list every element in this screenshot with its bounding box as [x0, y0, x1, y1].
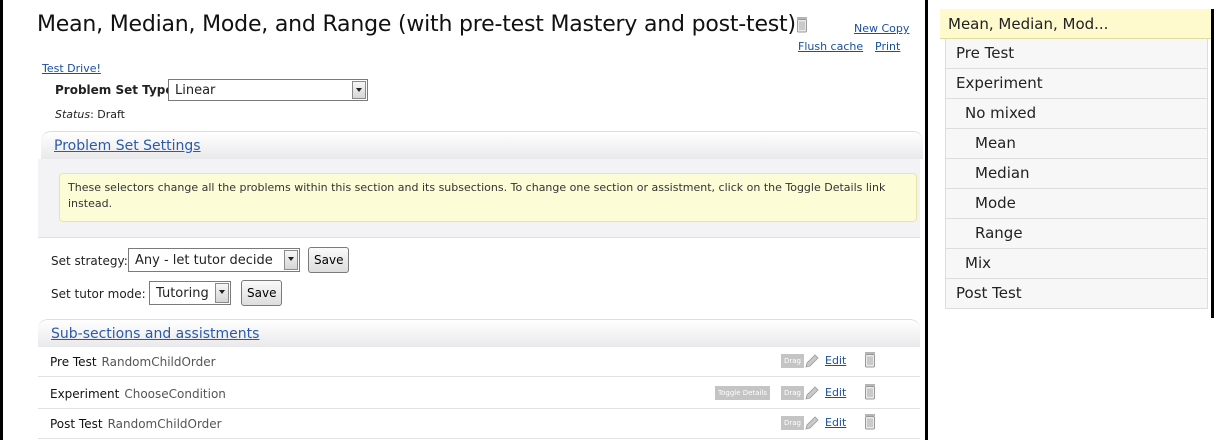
toggle-details-button[interactable]: Toggle Details — [715, 386, 770, 400]
flush-cache-link[interactable]: Flush cache — [798, 40, 863, 53]
status-label: Status — [55, 108, 91, 121]
subsection-row: Pre Test RandomChildOrder Drag Edit — [38, 348, 920, 377]
problem-set-type-select[interactable]: Linear — [168, 79, 368, 101]
problem-set-settings-header: Problem Set Settings — [41, 131, 923, 159]
chevron-down-icon[interactable] — [284, 250, 298, 270]
strategy-select[interactable]: Any - let tutor decide — [128, 248, 300, 272]
subsection-name: Pre Test RandomChildOrder — [50, 355, 216, 369]
tree-item-no-mixed[interactable]: No mixed — [945, 99, 1208, 129]
problem-set-tree: Mean, Median, Mod... Pre Test Experiment… — [940, 9, 1214, 318]
subsection-title: Post Test — [50, 417, 103, 431]
subsection-type: ChooseCondition — [124, 387, 226, 401]
trash-icon[interactable] — [796, 16, 808, 37]
strategy-value: Any - let tutor decide — [135, 253, 273, 268]
tutor-mode-label: Set tutor mode: — [51, 287, 146, 301]
tree-item-mean[interactable]: Mean — [945, 129, 1208, 159]
subsections-link[interactable]: Sub-sections and assistments — [51, 326, 259, 342]
pencil-icon[interactable] — [803, 352, 821, 374]
tutor-mode-select[interactable]: Tutoring — [149, 281, 231, 305]
status-value: : Draft — [90, 108, 125, 121]
chevron-down-icon[interactable] — [352, 81, 366, 99]
drag-handle[interactable]: Drag — [781, 416, 805, 430]
settings-note: These selectors change all the problems … — [59, 173, 917, 222]
edit-link[interactable]: Edit — [825, 354, 846, 367]
tree-item-pre-test[interactable]: Pre Test — [945, 39, 1208, 69]
drag-handle[interactable]: Drag — [781, 354, 805, 368]
subsection-type: RandomChildOrder — [107, 417, 222, 431]
tree-root-item[interactable]: Mean, Median, Mod... — [940, 9, 1211, 39]
subsection-name: Experiment ChooseCondition — [50, 387, 226, 401]
strategy-label: Set strategy: — [51, 254, 128, 268]
drag-handle[interactable]: Drag — [781, 386, 805, 400]
tree-item-post-test[interactable]: Post Test — [945, 279, 1208, 309]
problem-set-type-label: Problem Set Type: — [55, 83, 179, 97]
tutor-mode-value: Tutoring — [156, 286, 209, 301]
pencil-icon[interactable] — [803, 384, 821, 406]
pencil-icon[interactable] — [803, 414, 821, 436]
subsection-row: Post Test RandomChildOrder Drag Edit — [38, 410, 920, 439]
tree-item-median[interactable]: Median — [945, 159, 1208, 189]
tree-item-mix[interactable]: Mix — [945, 249, 1208, 279]
tree-item-mode[interactable]: Mode — [945, 189, 1208, 219]
subsection-type: RandomChildOrder — [101, 355, 216, 369]
new-copy-link[interactable]: New Copy — [854, 22, 909, 35]
test-drive-link[interactable]: Test Drive! — [42, 62, 101, 75]
subsection-name: Post Test RandomChildOrder — [50, 417, 222, 431]
trash-icon[interactable] — [864, 383, 876, 404]
edit-link[interactable]: Edit — [825, 386, 846, 399]
trash-icon[interactable] — [864, 351, 876, 372]
page-title: Mean, Median, Mode, and Range (with pre-… — [37, 12, 796, 37]
subsection-title: Experiment — [50, 387, 120, 401]
problem-set-settings-link[interactable]: Problem Set Settings — [54, 138, 201, 154]
status-text: Status: Draft — [55, 108, 125, 121]
edit-link[interactable]: Edit — [825, 416, 846, 429]
subsection-title: Pre Test — [50, 355, 97, 369]
subsections-header: Sub-sections and assistments — [38, 319, 920, 347]
save-tutor-mode-button[interactable]: Save — [241, 280, 283, 306]
chevron-down-icon[interactable] — [215, 283, 229, 303]
problem-set-type-value: Linear — [175, 83, 216, 98]
save-strategy-button[interactable]: Save — [308, 247, 350, 273]
trash-icon[interactable] — [864, 413, 876, 434]
print-link[interactable]: Print — [875, 40, 900, 53]
tree-item-range[interactable]: Range — [945, 219, 1208, 249]
tree-item-experiment[interactable]: Experiment — [945, 69, 1208, 99]
subsection-row: Experiment ChooseCondition Toggle Details… — [38, 380, 920, 409]
